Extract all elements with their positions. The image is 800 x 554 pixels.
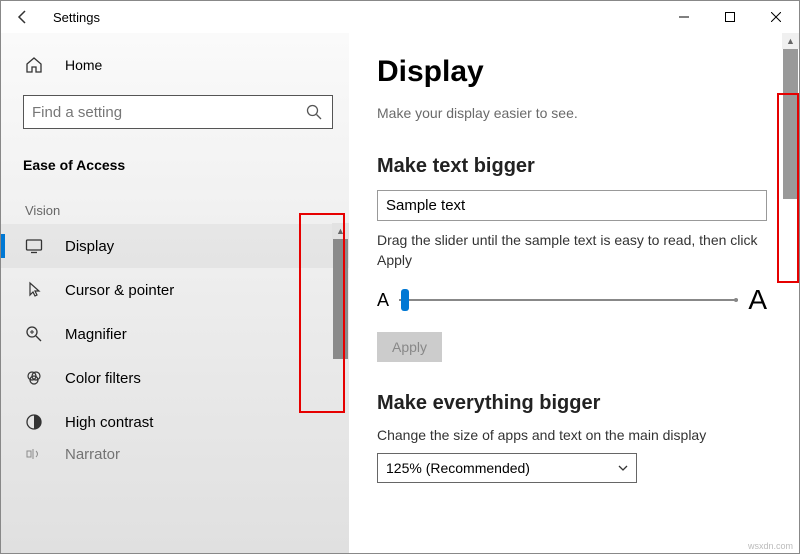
slider-end-dot (734, 298, 738, 302)
scroll-up-icon[interactable]: ▲ (782, 33, 799, 49)
home-link[interactable]: Home (1, 45, 349, 85)
search-icon (306, 104, 322, 120)
sidebar-item-display[interactable]: Display (1, 224, 349, 268)
minimize-button[interactable] (661, 1, 707, 33)
slider-label-big: A (748, 284, 767, 316)
back-button[interactable] (1, 9, 45, 25)
section2-description: Change the size of apps and text on the … (377, 427, 783, 443)
slider-track (399, 299, 738, 301)
sidebar: Home Ease of Access Vision Display Curso… (1, 33, 349, 553)
window-title: Settings (45, 10, 661, 25)
annotation-highlight-main-scroll (777, 93, 799, 283)
sidebar-item-label: Display (65, 238, 114, 255)
home-label: Home (65, 57, 102, 73)
scale-dropdown[interactable]: 125% (Recommended) (377, 453, 637, 483)
search-input-wrapper[interactable] (23, 95, 333, 129)
section-heading-text-bigger: Make text bigger (377, 155, 783, 178)
sidebar-item-color-filters[interactable]: Color filters (1, 356, 349, 400)
maximize-icon (725, 12, 735, 22)
sidebar-item-label: Magnifier (65, 326, 127, 343)
sidebar-item-label: Color filters (65, 370, 141, 387)
sample-text-box: Sample text (377, 190, 767, 221)
home-icon (25, 56, 47, 74)
selection-accent (1, 234, 5, 258)
sidebar-item-narrator[interactable]: Narrator (1, 444, 349, 464)
close-button[interactable] (753, 1, 799, 33)
dropdown-value: 125% (Recommended) (386, 460, 530, 476)
sidebar-item-high-contrast[interactable]: High contrast (1, 400, 349, 444)
arrow-left-icon (15, 9, 31, 25)
main-panel: Display Make your display easier to see.… (349, 33, 799, 553)
section-heading-everything-bigger: Make everything bigger (377, 392, 783, 415)
annotation-highlight-sidebar-scroll (299, 213, 345, 413)
cursor-icon (25, 281, 47, 299)
group-label-vision: Vision (1, 181, 349, 224)
sidebar-item-label: Cursor & pointer (65, 282, 174, 299)
titlebar: Settings (1, 1, 799, 33)
maximize-button[interactable] (707, 1, 753, 33)
display-icon (25, 237, 47, 255)
chevron-down-icon (618, 463, 628, 473)
page-title: Display (377, 55, 783, 89)
category-heading: Ease of Access (1, 139, 349, 181)
high-contrast-icon (25, 413, 47, 431)
close-icon (771, 12, 781, 22)
color-filters-icon (25, 369, 47, 387)
slider-thumb[interactable] (401, 289, 409, 311)
watermark: wsxdn.com (748, 541, 793, 551)
slider-instruction: Drag the slider until the sample text is… (377, 231, 777, 270)
sidebar-item-magnifier[interactable]: Magnifier (1, 312, 349, 356)
apply-button[interactable]: Apply (377, 332, 442, 362)
slider-label-small: A (377, 290, 389, 311)
sidebar-item-label: Narrator (65, 446, 120, 463)
page-subtext: Make your display easier to see. (377, 105, 783, 121)
sidebar-item-label: High contrast (65, 414, 153, 431)
narrator-icon (25, 445, 47, 463)
search-input[interactable] (32, 104, 306, 121)
sidebar-item-cursor-pointer[interactable]: Cursor & pointer (1, 268, 349, 312)
text-size-slider[interactable] (399, 290, 738, 310)
magnifier-icon (25, 325, 47, 343)
minimize-icon (679, 12, 689, 22)
